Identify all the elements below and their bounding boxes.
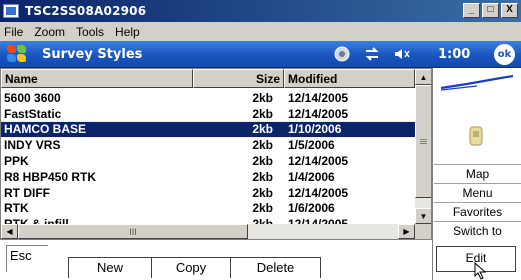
maximize-button[interactable]: □: [482, 3, 499, 18]
row-name: RTK: [4, 201, 29, 216]
map-button-label: Map: [465, 167, 490, 181]
row-name: FastStatic: [4, 106, 62, 121]
window-titlebar: TSC2SS08A02906 _ □ X: [0, 0, 521, 22]
horizontal-scroll-thumb[interactable]: III: [18, 224, 248, 239]
new-button[interactable]: New: [68, 257, 152, 278]
list-row[interactable]: PPK 2kb 12/14/2005: [1, 153, 415, 169]
row-size: 2kb: [252, 90, 273, 105]
row-modified: 1/5/2006: [288, 138, 335, 153]
vertical-scrollbar[interactable]: ▲ ▼: [415, 69, 431, 224]
nav-title: Survey Styles: [42, 46, 143, 62]
favorites-button[interactable]: Favorites: [434, 202, 521, 221]
signal-icon: [440, 74, 514, 91]
clock-time[interactable]: 1:00: [438, 47, 470, 62]
row-size: 2kb: [252, 201, 273, 216]
menu-help[interactable]: Help: [115, 25, 140, 39]
row-modified: 1/6/2006: [288, 201, 335, 216]
volume-icon[interactable]: [392, 45, 412, 63]
row-modified: 12/14/2005: [288, 90, 349, 105]
column-header-size[interactable]: Size: [193, 69, 284, 88]
favorites-button-label: Favorites: [452, 205, 503, 219]
app-icon: [3, 4, 19, 18]
menu-button[interactable]: Menu: [434, 183, 521, 202]
gps-receiver-icon: [469, 126, 483, 146]
switch-to-button-label: Switch to: [453, 224, 502, 238]
column-header-name[interactable]: Name: [1, 69, 193, 88]
scroll-up-button[interactable]: ▲: [415, 69, 431, 85]
list-row[interactable]: RT DIFF 2kb 12/14/2005: [1, 185, 415, 201]
nav-status-icons: [332, 45, 412, 63]
list-rows: 5600 3600 2kb 12/14/2005 FastStatic 2kb …: [1, 90, 416, 232]
scroll-corner: [415, 224, 431, 239]
row-name: RT DIFF: [4, 185, 50, 200]
list-row[interactable]: FastStatic 2kb 12/14/2005: [1, 106, 415, 122]
menu-bar: File Zoom Tools Help: [0, 22, 521, 41]
window-title: TSC2SS08A02906: [25, 4, 147, 18]
bottom-button-bar: Esc New Copy Delete: [0, 240, 432, 280]
row-name: HAMCO BASE: [4, 122, 87, 137]
mouse-cursor-icon: [474, 262, 487, 280]
list-header: Name Size Modified: [1, 69, 415, 88]
column-header-modified[interactable]: Modified: [284, 69, 415, 88]
grip-icon: [420, 139, 427, 144]
survey-styles-list[interactable]: Name Size Modified 5600 3600 2kb 12/14/2…: [0, 68, 432, 240]
list-row[interactable]: RTK 2kb 1/6/2006: [1, 201, 415, 217]
window-controls: _ □ X: [463, 3, 518, 18]
scroll-left-button[interactable]: ◀: [1, 224, 18, 239]
wireless-icon[interactable]: [332, 45, 352, 63]
switch-to-button[interactable]: Switch to: [434, 221, 521, 240]
delete-button[interactable]: Delete: [231, 257, 321, 278]
list-row-selected[interactable]: HAMCO BASE 2kb 1/10/2006: [1, 120, 416, 139]
vertical-scroll-thumb[interactable]: [415, 85, 431, 198]
row-size: 2kb: [252, 154, 273, 169]
row-modified: 12/14/2005: [288, 154, 349, 169]
ok-button[interactable]: ok: [494, 44, 515, 65]
row-name: PPK: [4, 154, 29, 169]
connectivity-icon[interactable]: [362, 45, 382, 63]
menu-tools[interactable]: Tools: [76, 25, 104, 39]
minimize-button[interactable]: _: [463, 3, 480, 18]
list-row[interactable]: 5600 3600 2kb 12/14/2005: [1, 90, 415, 106]
row-name: 5600 3600: [4, 90, 61, 105]
esc-button[interactable]: Esc: [6, 245, 48, 272]
row-size: 2kb: [252, 122, 273, 137]
row-name: R8 HBP450 RTK: [4, 169, 97, 184]
horizontal-scrollbar[interactable]: ◀ III ▶: [1, 224, 415, 239]
row-size: 2kb: [252, 169, 273, 184]
scroll-right-button[interactable]: ▶: [398, 224, 415, 239]
row-modified: 12/14/2005: [288, 185, 349, 200]
list-row[interactable]: R8 HBP450 RTK 2kb 1/4/2006: [1, 169, 415, 185]
copy-button[interactable]: Copy: [152, 257, 231, 278]
menu-button-label: Menu: [462, 186, 493, 200]
row-modified: 12/14/2005: [288, 106, 349, 121]
row-size: 2kb: [252, 138, 273, 153]
list-row[interactable]: INDY VRS 2kb 1/5/2006: [1, 137, 415, 153]
row-modified: 1/10/2006: [288, 122, 342, 137]
menu-zoom[interactable]: Zoom: [34, 25, 65, 39]
start-icon[interactable]: [6, 44, 28, 64]
nav-bar: Survey Styles 1:00 ok: [0, 41, 521, 68]
row-size: 2kb: [252, 106, 273, 121]
row-size: 2kb: [252, 185, 273, 200]
row-name: INDY VRS: [4, 138, 61, 153]
scroll-down-button[interactable]: ▼: [415, 208, 431, 224]
map-button[interactable]: Map: [434, 164, 521, 183]
row-modified: 1/4/2006: [288, 169, 335, 184]
menu-file[interactable]: File: [4, 25, 23, 39]
close-button[interactable]: X: [501, 3, 518, 18]
